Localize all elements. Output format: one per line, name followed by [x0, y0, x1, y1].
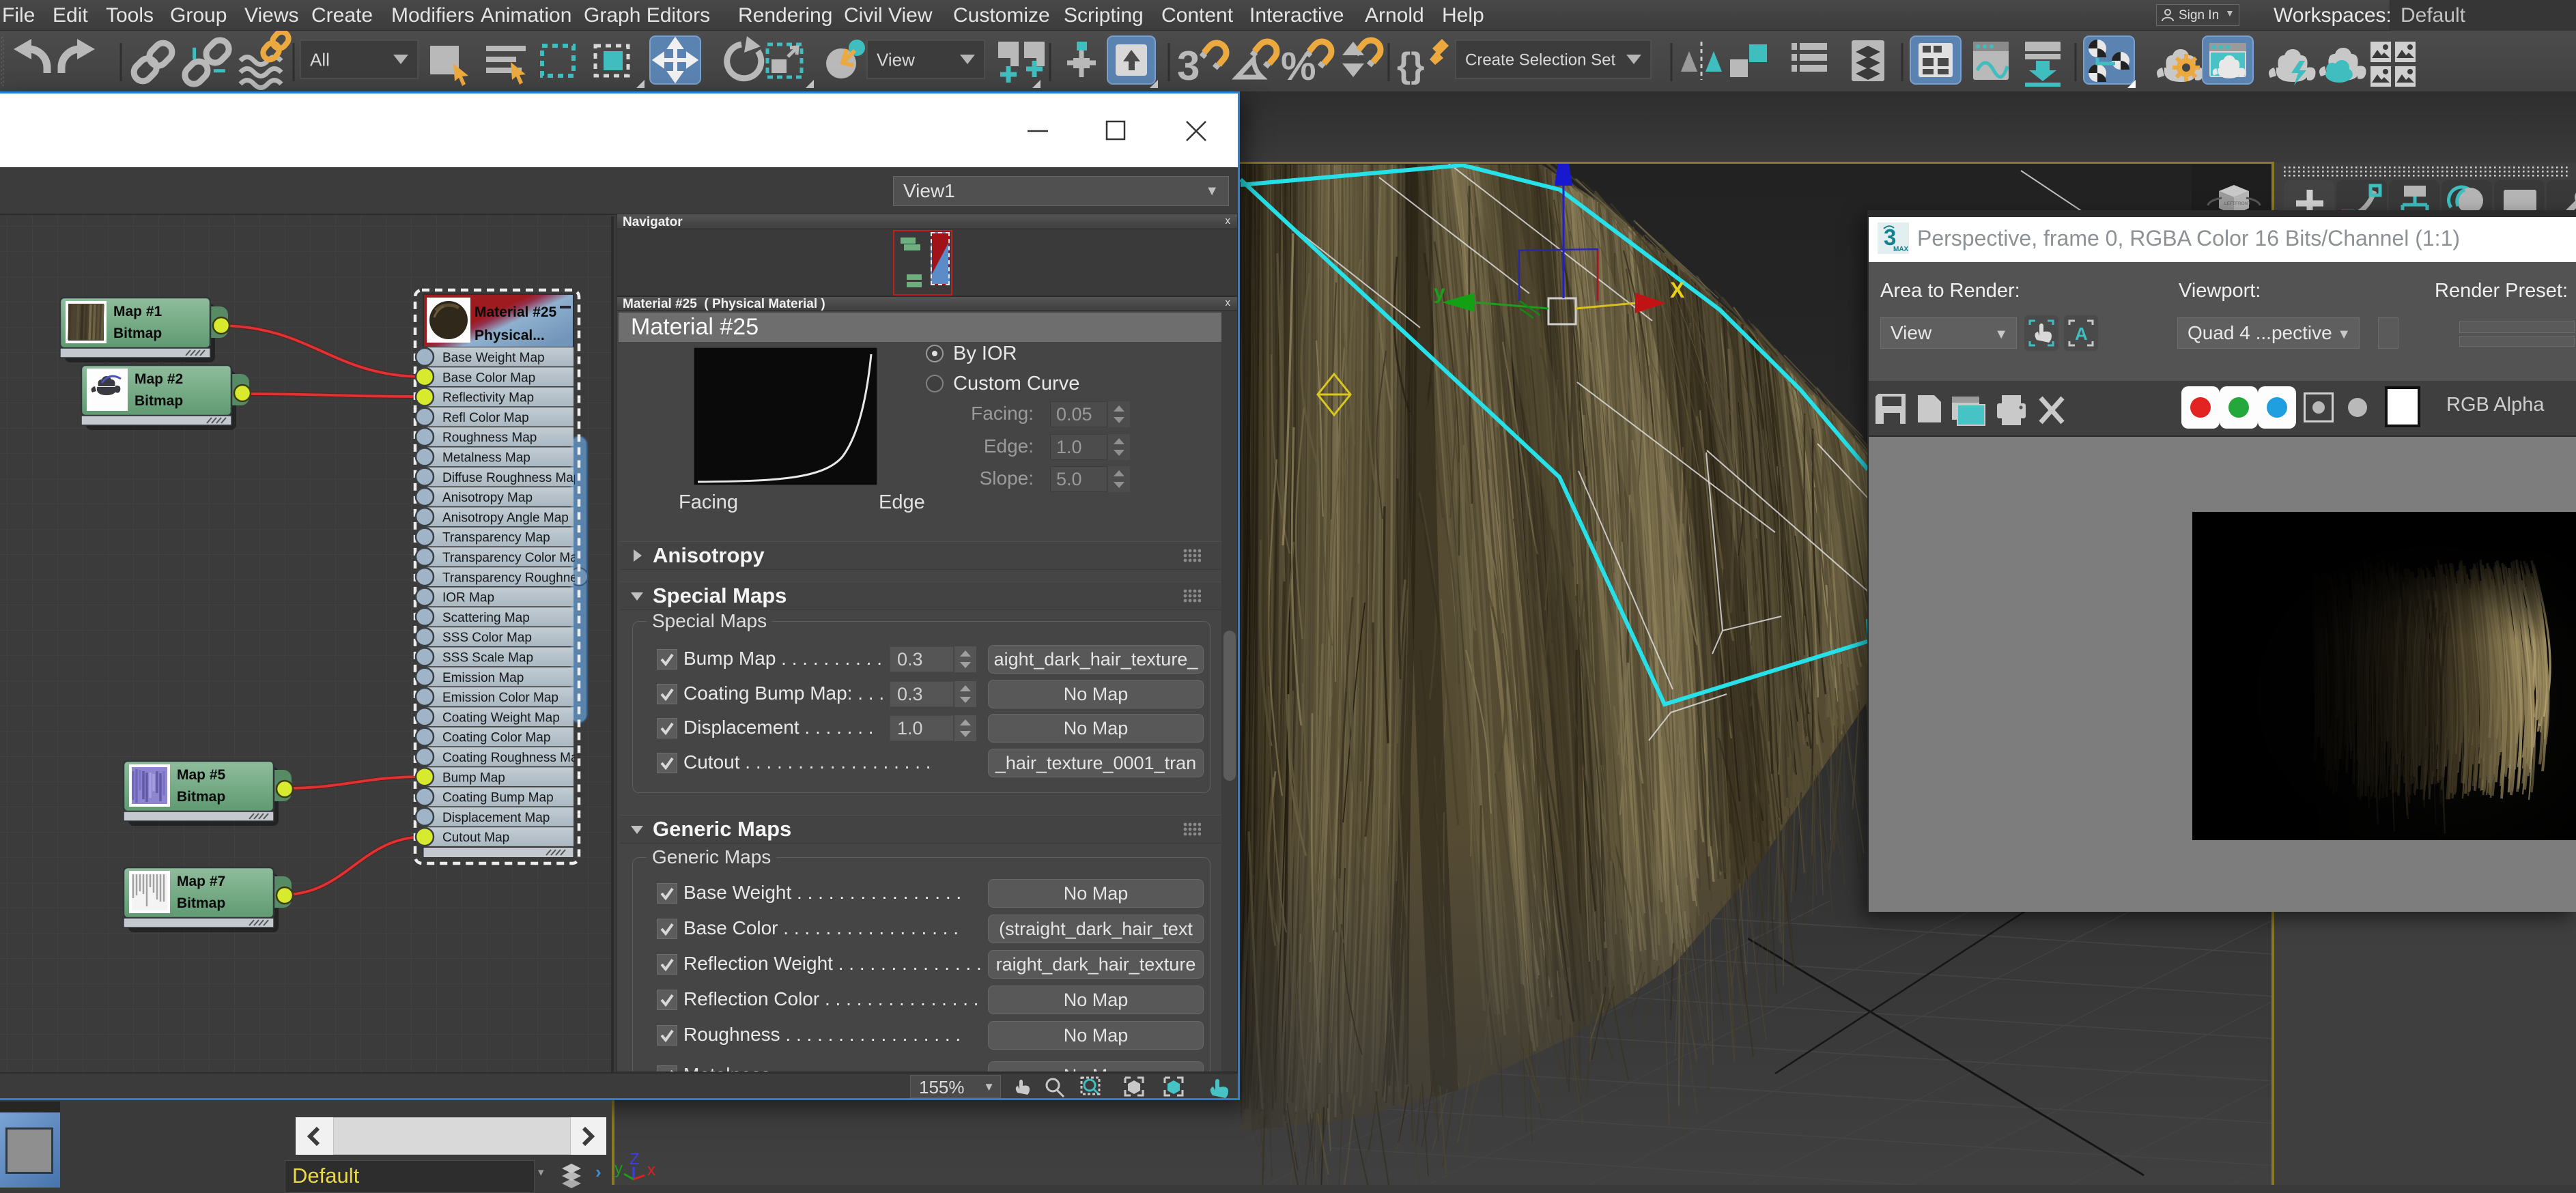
svg-text:All: All — [310, 49, 330, 70]
svg-text:X: X — [1670, 278, 1685, 302]
svg-text:3: 3 — [1177, 43, 1200, 89]
svg-text:LEFT: LEFT — [2224, 201, 2235, 206]
svg-text:View: View — [877, 49, 915, 70]
svg-text:x: x — [647, 1161, 655, 1179]
svg-text:y: y — [614, 1160, 623, 1178]
svg-text:Create Selection Set: Create Selection Set — [1465, 51, 1615, 70]
svg-text:MAX: MAX — [1893, 246, 1909, 253]
svg-text:A: A — [2075, 324, 2088, 344]
svg-text:FRONT: FRONT — [2235, 201, 2250, 206]
svg-text:{}: {} — [1397, 46, 1424, 85]
svg-text:Z: Z — [629, 1152, 640, 1168]
svg-text:y: y — [1434, 281, 1445, 304]
